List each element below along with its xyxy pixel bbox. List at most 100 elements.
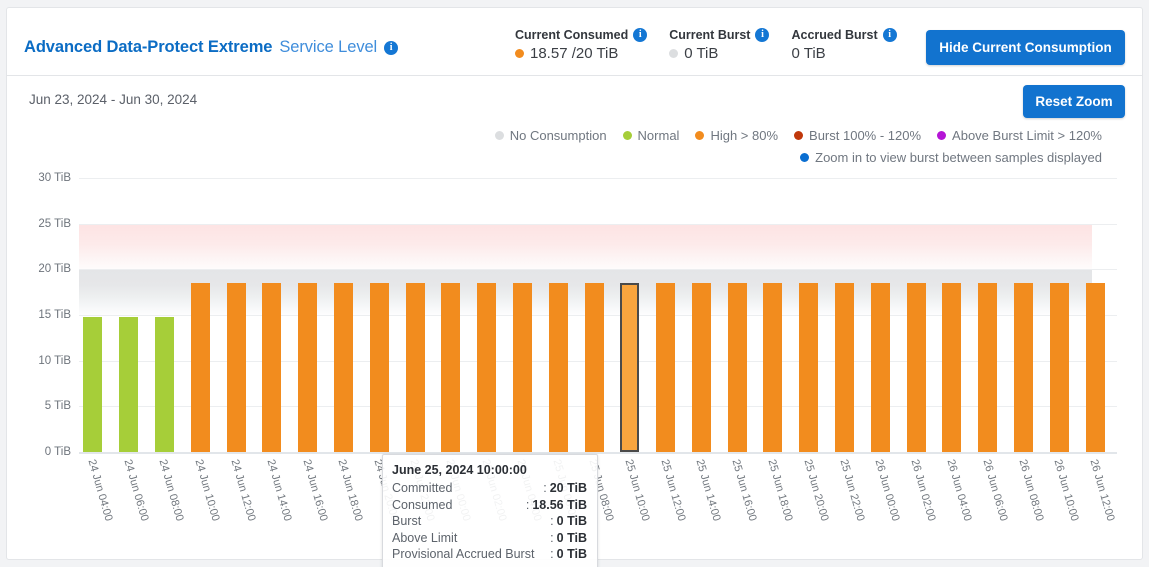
x-axis-tick-label: 24 Jun 06:00 [121,458,150,522]
x-axis-tick-label: 26 Jun 10:00 [1052,458,1081,522]
chart-bar[interactable] [441,283,460,452]
bar-tooltip: June 25, 2024 10:00:00 Committed:20 TiBC… [382,454,598,567]
chart-bar[interactable] [585,283,604,452]
legend-item-label: Normal [638,128,680,143]
chart-bar[interactable] [513,283,532,452]
tooltip-row-key: Above Limit [392,530,457,547]
page-title: Advanced Data-Protect Extreme Service Le… [24,38,398,57]
y-axis-tick-label: 0 TiB [45,446,71,458]
chart-bar[interactable] [728,283,747,452]
legend-swatch-icon [800,153,809,162]
header-metrics: Current Consumed i 18.57 /20 TiB Current… [515,28,919,62]
chart-legend: No Consumption Normal High > 80% Burst 100%… [7,128,1142,170]
chart-band-burst-zone [79,224,1092,270]
date-range-label: Jun 23, 2024 - Jun 30, 2024 [29,92,197,107]
service-level-card: Advanced Data-Protect Extreme Service Le… [6,7,1143,560]
y-axis: 0 TiB5 TiB10 TiB15 TiB20 TiB25 TiB30 TiB [7,178,79,452]
chart-bar[interactable] [942,283,961,452]
y-axis-tick-label: 10 TiB [38,355,71,367]
plot-area[interactable] [79,178,1117,452]
x-axis-tick-label: 24 Jun 16:00 [300,458,329,522]
status-dot [669,49,678,58]
tooltip-row-value: :0 TiB [550,546,587,563]
metric-current-burst: Current Burst i 0 TiB [669,28,769,62]
date-range-row: Jun 23, 2024 - Jun 30, 2024 Reset Zoom [7,76,1142,128]
x-axis-tick-label: 25 Jun 12:00 [658,458,687,522]
x-axis-tick-label: 25 Jun 22:00 [837,458,866,522]
info-icon[interactable]: i [755,28,769,42]
chart-bar[interactable] [227,283,246,452]
tooltip-row-colon: : [543,481,546,495]
metric-current-burst-value-wrap: 0 TiB [669,45,769,62]
x-axis-tick-label: 25 Jun 18:00 [765,458,794,522]
tooltip-row-value: :0 TiB [550,530,587,547]
chart-bar[interactable] [656,283,675,452]
info-icon[interactable]: i [633,28,647,42]
legend-swatch-icon [495,131,504,140]
chart-bar[interactable] [871,283,890,452]
x-axis-tick-label: 26 Jun 06:00 [980,458,1009,522]
chart-bar[interactable] [191,283,210,452]
hide-current-consumption-button[interactable]: Hide Current Consumption [926,30,1125,65]
chart-bar[interactable] [907,283,926,452]
chart-bar[interactable] [262,283,281,452]
x-axis-tick-label: 25 Jun 16:00 [730,458,759,522]
legend-item[interactable]: Burst 100% - 120% [794,128,921,143]
legend-item[interactable]: No Consumption [495,128,607,143]
chart-bar[interactable] [799,283,818,452]
chart-bar[interactable] [298,283,317,452]
x-axis-tick-label: 26 Jun 08:00 [1016,458,1045,522]
metric-current-consumed: Current Consumed i 18.57 /20 TiB [515,28,647,62]
chart-bar[interactable] [692,283,711,452]
metric-current-burst-label-wrap: Current Burst i [669,28,769,42]
gridline [79,452,1117,454]
tooltip-row: Provisional Accrued Burst:0 TiB [392,546,587,563]
legend-item[interactable]: Above Burst Limit > 120% [937,128,1102,143]
chart-bar[interactable] [334,283,353,452]
legend-swatch-icon [695,131,704,140]
tooltip-row-key: Committed [392,480,452,497]
legend-item[interactable]: Zoom in to view burst between samples di… [800,150,1102,165]
x-axis-tick-label: 24 Jun 10:00 [193,458,222,522]
chart-bar[interactable] [370,283,389,452]
chart-bar[interactable] [1014,283,1033,452]
tooltip-rows: Committed:20 TiBConsumed:18.56 TiBBurst:… [392,480,587,563]
consumption-chart: 0 TiB5 TiB10 TiB15 TiB20 TiB25 TiB30 TiB… [7,170,1142,560]
y-axis-tick-label: 25 TiB [38,218,71,230]
info-icon[interactable]: i [883,28,897,42]
metric-accrued-burst-value-wrap: 0 TiB [791,45,896,62]
legend-item-label: Above Burst Limit > 120% [952,128,1102,143]
chart-bar[interactable] [406,283,425,452]
y-axis-tick-label: 15 TiB [38,309,71,321]
x-axis-tick-label: 24 Jun 04:00 [85,458,114,522]
legend-row-secondary: Zoom in to view burst between samples di… [800,150,1102,165]
legend-item[interactable]: Normal [623,128,680,143]
chart-bar[interactable] [835,283,854,452]
x-axis-tick-label: 24 Jun 08:00 [157,458,186,522]
x-axis-tick-label: 24 Jun 14:00 [264,458,293,522]
chart-bar[interactable] [477,283,496,452]
x-axis-tick-label: 26 Jun 04:00 [944,458,973,522]
chart-bar-selected[interactable] [620,283,639,453]
chart-bar[interactable] [549,283,568,452]
legend-item-label: Burst 100% - 120% [809,128,921,143]
legend-item-label: Zoom in to view burst between samples di… [815,150,1102,165]
reset-zoom-button[interactable]: Reset Zoom [1023,85,1125,118]
legend-swatch-icon [794,131,803,140]
metric-accrued-burst-value: 0 TiB [791,45,825,62]
tooltip-row-colon: : [550,514,553,528]
chart-bar[interactable] [155,317,174,452]
chart-bar[interactable] [119,317,138,452]
chart-bar[interactable] [763,283,782,452]
info-icon[interactable]: i [384,41,398,55]
metric-current-consumed-label: Current Consumed [515,28,628,42]
y-axis-tick-label: 20 TiB [38,263,71,275]
chart-bar[interactable] [1050,283,1069,452]
x-axis-tick-label: 25 Jun 10:00 [622,458,651,522]
chart-bar[interactable] [1086,283,1105,452]
metric-current-consumed-value-wrap: 18.57 /20 TiB [515,45,647,62]
chart-bar[interactable] [83,317,102,452]
legend-item[interactable]: High > 80% [695,128,778,143]
chart-bar[interactable] [978,283,997,452]
tooltip-row: Above Limit :0 TiB [392,530,587,547]
